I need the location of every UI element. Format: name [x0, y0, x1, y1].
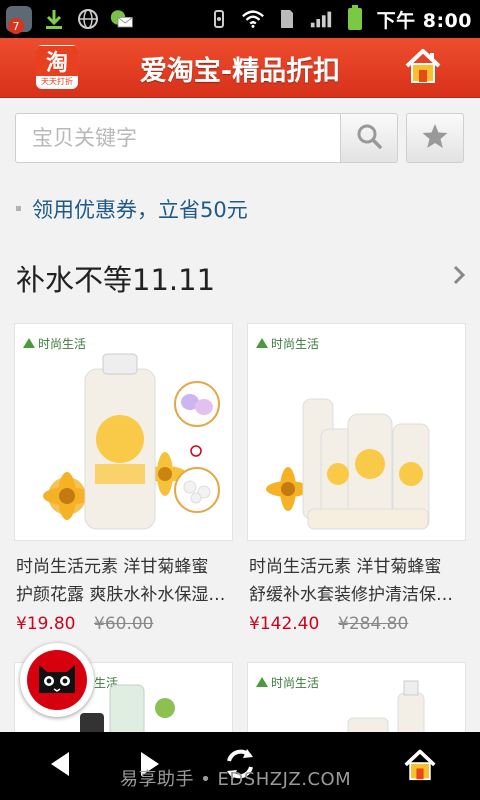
product-photo: [43, 353, 220, 530]
vibrate-icon: [207, 7, 231, 31]
product-price: ¥142.40: [249, 614, 320, 634]
product-title[interactable]: 时尚生活元素 洋甘菊蜂蜜 护颜花露 爽肤水补水保湿…: [16, 553, 236, 609]
product-original-price: ¥284.80: [338, 614, 409, 634]
back-arrow-icon: [47, 750, 73, 782]
status-bar-right: 下午 8:00: [207, 5, 472, 33]
search-field: [15, 113, 341, 163]
star-icon: [421, 122, 449, 154]
tmall-float-button[interactable]: [20, 643, 94, 717]
message-icon: [110, 7, 134, 31]
back-button[interactable]: [36, 744, 84, 788]
search-button[interactable]: [340, 113, 398, 163]
home-icon: [403, 46, 443, 88]
product-title-line2: 护颜花露 爽肤水补水保湿…: [16, 585, 226, 605]
logo-subtitle: 天天打折: [41, 77, 73, 86]
wifi-icon: [241, 7, 265, 31]
product-title-line1: 时尚生活元素 洋甘菊蜂蜜: [16, 557, 209, 577]
product-original-price: ¥60.00: [94, 614, 154, 634]
product-image[interactable]: 时尚生活: [14, 323, 233, 541]
home-button[interactable]: [400, 44, 446, 90]
tmall-cat-icon: [27, 650, 87, 710]
search-input[interactable]: [32, 126, 332, 150]
product-title[interactable]: 时尚生活元素 洋甘菊蜂蜜 舒缓补水套装修护清洁保…: [249, 553, 469, 609]
section-more-button[interactable]: [446, 262, 472, 292]
download-icon: [42, 7, 66, 31]
product-photo: [347, 680, 425, 741]
status-bar: 7 下午 8:00: [0, 0, 480, 38]
product-image[interactable]: 时尚生活: [247, 323, 466, 541]
status-bar-left: 7: [6, 5, 134, 34]
taobao-logo[interactable]: 淘 天天打折: [36, 45, 78, 89]
search-icon: [355, 122, 383, 154]
app-notification-icon[interactable]: 7: [6, 6, 32, 34]
watermark: 易享助手 • EDSHZJZ.COM: [120, 769, 352, 790]
coupon-link[interactable]: 领用优惠券，立省50元: [32, 192, 248, 226]
product-photo: [266, 398, 430, 530]
clock: 下午 8:00: [376, 9, 472, 32]
product-image[interactable]: 时尚生活: [247, 662, 466, 742]
home-icon: [402, 747, 438, 785]
logo-char: 淘: [36, 46, 78, 76]
product-price: ¥19.80: [16, 614, 76, 634]
sd-card-icon: [275, 7, 299, 31]
signal-icon: [309, 7, 333, 31]
battery-icon: [343, 5, 367, 31]
home-nav-button[interactable]: [396, 744, 444, 788]
favorite-button[interactable]: [406, 113, 464, 163]
section-title[interactable]: 补水不等11.11: [16, 256, 215, 300]
chevron-right-icon: [452, 264, 466, 290]
bullet-icon: [16, 206, 21, 211]
product-title-line1: 时尚生活元素 洋甘菊蜂蜜: [249, 557, 442, 577]
notification-count: 7: [8, 18, 24, 34]
product-title-line2: 舒缓补水套装修护清洁保…: [249, 585, 453, 605]
app-header: 淘 天天打折 爱淘宝-精品折扣: [0, 38, 480, 98]
globe-icon: [76, 7, 100, 31]
page-title: 爱淘宝-精品折扣: [139, 55, 341, 87]
